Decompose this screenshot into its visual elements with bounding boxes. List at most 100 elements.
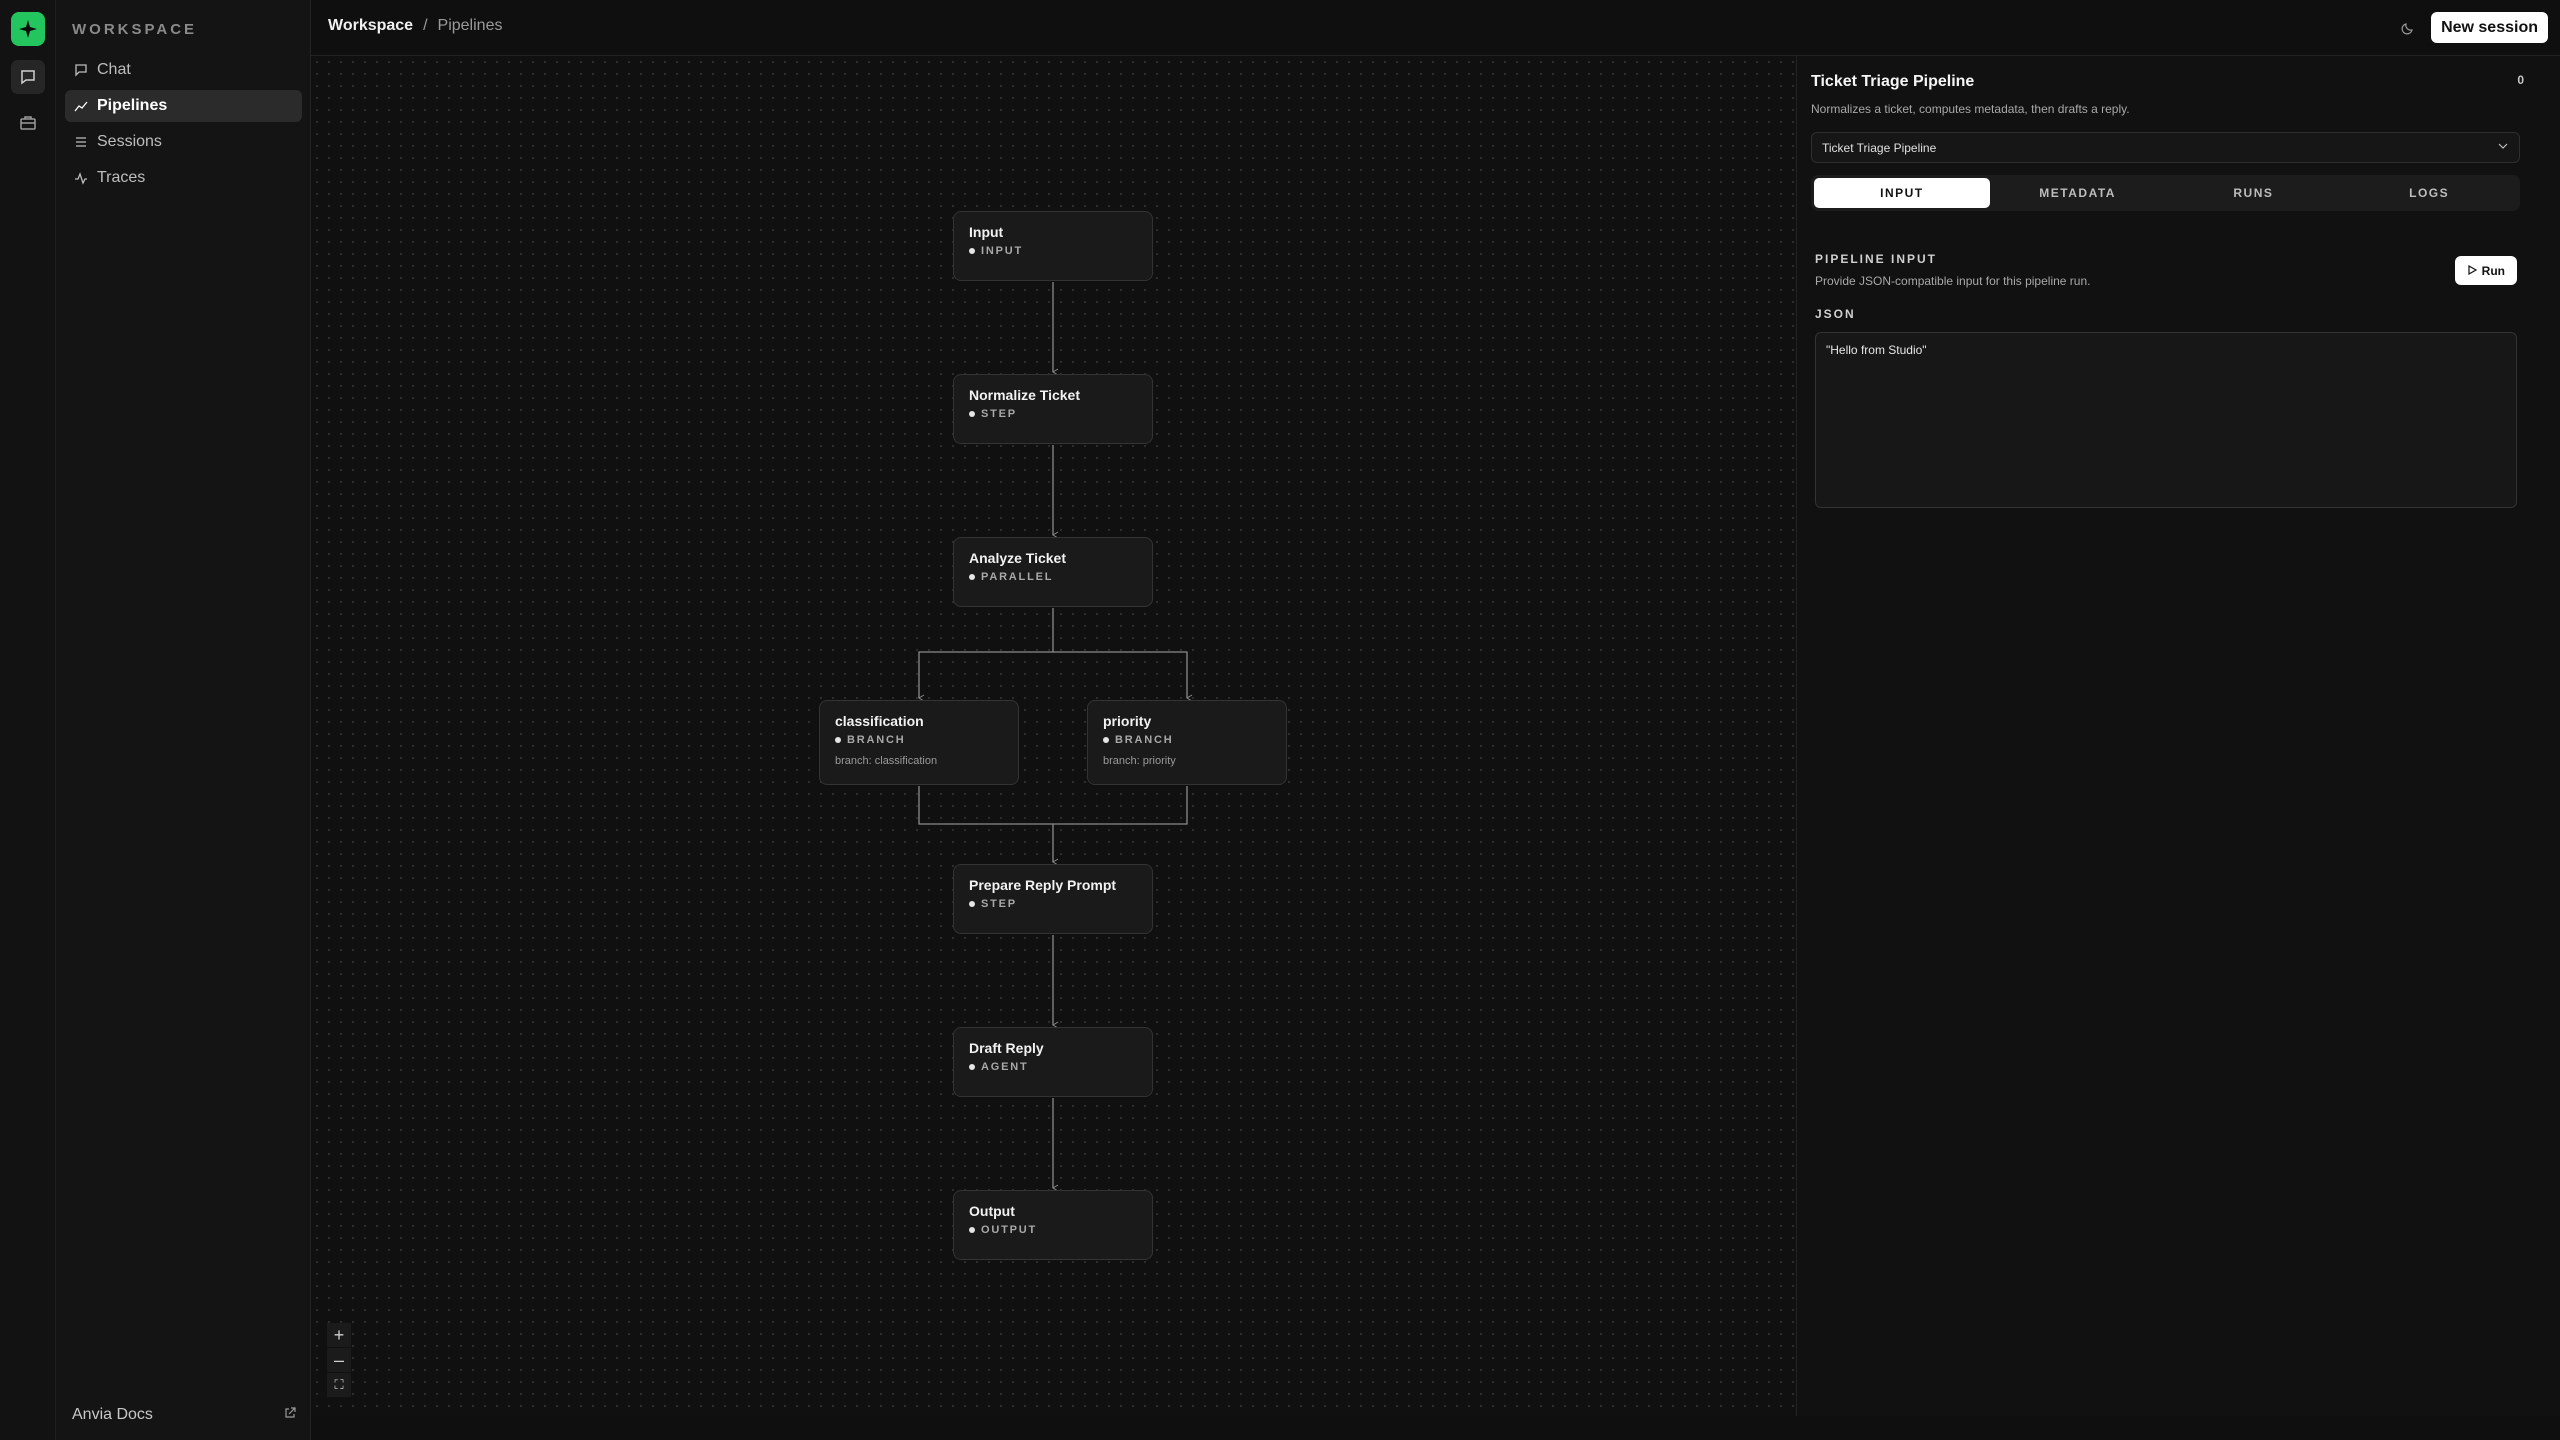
sidebar-item-label: Traces [97, 169, 146, 186]
status-dot-icon [969, 901, 975, 907]
pipeline-select-value: Ticket Triage Pipeline [1822, 140, 1937, 155]
node-type: OUTPUT [969, 1224, 1137, 1236]
node-title: Normalize Ticket [969, 387, 1081, 403]
breadcrumb: Workspace / Pipelines [328, 17, 502, 35]
edge [1053, 786, 1188, 825]
node-title: Draft Reply [969, 1040, 1044, 1056]
chat-rail-icon[interactable] [11, 60, 45, 94]
app-logo-icon[interactable] [11, 12, 45, 46]
tab-input[interactable]: INPUT [1814, 178, 1990, 208]
sidebar-item-label: Sessions [97, 133, 162, 150]
trend-line-icon [73, 98, 89, 114]
node-type-label: OUTPUT [981, 1224, 1038, 1236]
node-type: STEP [969, 898, 1137, 910]
run-button-label: Run [2481, 263, 2505, 278]
node-type-label: STEP [981, 408, 1017, 420]
moon-icon[interactable] [2396, 16, 2420, 40]
tab-logs[interactable]: LOGS [2341, 178, 2517, 208]
pipeline-node-normalize-ticket[interactable]: Normalize Ticket STEP [953, 374, 1153, 444]
breadcrumb-separator: / [423, 17, 428, 34]
zoom-out-button[interactable]: – [327, 1348, 351, 1372]
top-bar: Workspace / Pipelines New session [311, 0, 2560, 56]
edge [918, 608, 1054, 702]
briefcase-rail-icon[interactable] [11, 106, 45, 140]
panel-tabs: INPUT METADATA RUNS LOGS [1811, 175, 2520, 211]
edge [1053, 651, 1193, 702]
node-title: classification [835, 713, 924, 729]
zoom-controls: + – ⛶ [327, 1323, 351, 1398]
node-type-label: BRANCH [1115, 734, 1174, 746]
node-title: Output [969, 1203, 1015, 1219]
status-dot-icon [969, 1064, 975, 1070]
node-type-label: BRANCH [847, 734, 906, 746]
sidebar-item-chat[interactable]: Chat [65, 54, 302, 86]
panel-description: Normalizes a ticket, computes metadata, … [1811, 102, 2130, 116]
pipeline-select[interactable]: Ticket Triage Pipeline [1811, 132, 2520, 163]
run-button[interactable]: Run [2454, 256, 2517, 285]
canvas-bottom-strip [311, 1416, 2560, 1440]
sidebar: WORKSPACE Chat Pipelines Sessions Traces… [56, 0, 311, 1440]
status-dot-icon [1103, 737, 1109, 743]
status-dot-icon [969, 248, 975, 254]
message-square-icon [73, 62, 89, 78]
breadcrumb-current: Pipelines [437, 17, 503, 34]
node-type-label: STEP [981, 898, 1017, 910]
panel-title: Ticket Triage Pipeline [1811, 73, 1975, 90]
node-type: BRANCH [835, 734, 1003, 746]
docs-link[interactable]: Anvia Docs [72, 1406, 296, 1424]
docs-link-label: Anvia Docs [72, 1406, 153, 1423]
node-type-label: AGENT [981, 1061, 1029, 1073]
node-type: BRANCH [1103, 734, 1271, 746]
fit-view-button[interactable]: ⛶ [327, 1373, 351, 1397]
zoom-in-button[interactable]: + [327, 1323, 351, 1347]
status-dot-icon [835, 737, 841, 743]
new-session-button[interactable]: New session [2431, 12, 2548, 43]
chevron-down-icon [2497, 140, 2509, 155]
node-type: PARALLEL [969, 571, 1137, 583]
json-label: JSON [1815, 307, 1856, 321]
sidebar-item-pipelines[interactable]: Pipelines [65, 90, 302, 122]
node-title: priority [1103, 713, 1152, 729]
workspace-label: WORKSPACE [72, 21, 198, 38]
sidebar-item-traces[interactable]: Traces [65, 162, 302, 194]
sidebar-item-sessions[interactable]: Sessions [65, 126, 302, 158]
status-dot-icon [969, 411, 975, 417]
node-subtitle: branch: classification [835, 755, 938, 767]
edge [918, 786, 1059, 866]
node-title: Prepare Reply Prompt [969, 877, 1117, 893]
sidebar-item-label: Pipelines [97, 97, 168, 114]
node-type: AGENT [969, 1061, 1137, 1073]
node-title: Input [969, 224, 1004, 240]
list-icon [73, 134, 89, 150]
status-dot-icon [969, 574, 975, 580]
panel-count: 0 [2517, 73, 2524, 87]
activity-icon [73, 170, 89, 186]
pipeline-node-input[interactable]: Input INPUT [953, 211, 1153, 281]
tab-runs[interactable]: RUNS [2166, 178, 2342, 208]
node-title: Analyze Ticket [969, 550, 1067, 566]
pipeline-node-classification[interactable]: classification BRANCH branch: classifica… [819, 700, 1019, 785]
pipeline-canvas[interactable]: Input INPUT Normalize Ticket STEP Analyz… [311, 56, 1796, 1416]
section-title: PIPELINE INPUT [1815, 252, 1938, 266]
tab-metadata[interactable]: METADATA [1990, 178, 2166, 208]
node-type: INPUT [969, 245, 1137, 257]
pipeline-node-draft-reply[interactable]: Draft Reply AGENT [953, 1027, 1153, 1097]
pipeline-node-analyze-ticket[interactable]: Analyze Ticket PARALLEL [953, 537, 1153, 607]
status-dot-icon [969, 1227, 975, 1233]
play-icon [2467, 264, 2477, 278]
node-subtitle: branch: priority [1103, 755, 1176, 767]
breadcrumb-root[interactable]: Workspace [328, 17, 413, 35]
node-type-label: INPUT [981, 245, 1023, 257]
pipeline-details-panel: Ticket Triage Pipeline 0 Normalizes a ti… [1796, 56, 2560, 1416]
json-input[interactable]: "Hello from Studio" [1815, 332, 2517, 508]
sidebar-item-label: Chat [97, 61, 131, 78]
section-description: Provide JSON-compatible input for this p… [1815, 274, 2091, 288]
pipeline-node-priority[interactable]: priority BRANCH branch: priority [1087, 700, 1287, 785]
pipeline-node-prepare-reply-prompt[interactable]: Prepare Reply Prompt STEP [953, 864, 1153, 934]
sidebar-nav: Chat Pipelines Sessions Traces [65, 54, 302, 198]
external-link-icon [284, 1406, 296, 1424]
node-type-label: PARALLEL [981, 571, 1054, 583]
pipeline-node-output[interactable]: Output OUTPUT [953, 1190, 1153, 1260]
icon-rail [0, 0, 56, 1440]
node-type: STEP [969, 408, 1137, 420]
